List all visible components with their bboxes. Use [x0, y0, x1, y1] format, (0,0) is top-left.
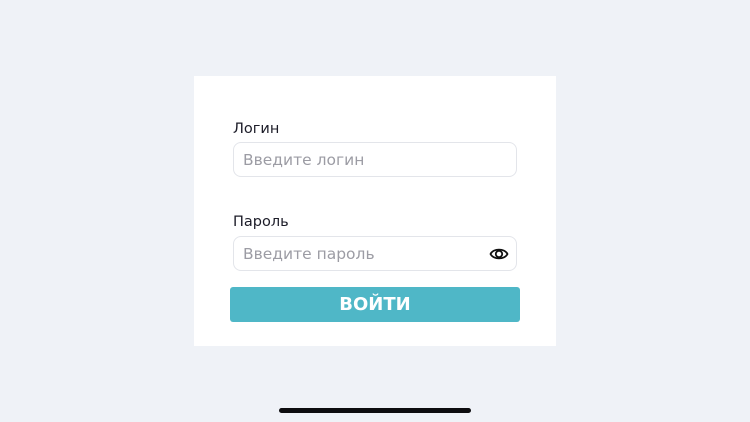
home-indicator[interactable] [279, 408, 471, 413]
password-field[interactable] [233, 236, 517, 271]
login-field[interactable] [233, 142, 517, 177]
login-label: Логин [233, 121, 280, 137]
login-card: Логин Пароль ВОЙТИ [194, 76, 556, 346]
login-submit-button[interactable]: ВОЙТИ [230, 287, 520, 322]
password-input[interactable] [243, 237, 478, 270]
eye-icon-graphic [489, 248, 509, 260]
password-label: Пароль [233, 214, 289, 230]
login-input[interactable] [243, 143, 505, 176]
eye-icon[interactable] [489, 244, 509, 264]
